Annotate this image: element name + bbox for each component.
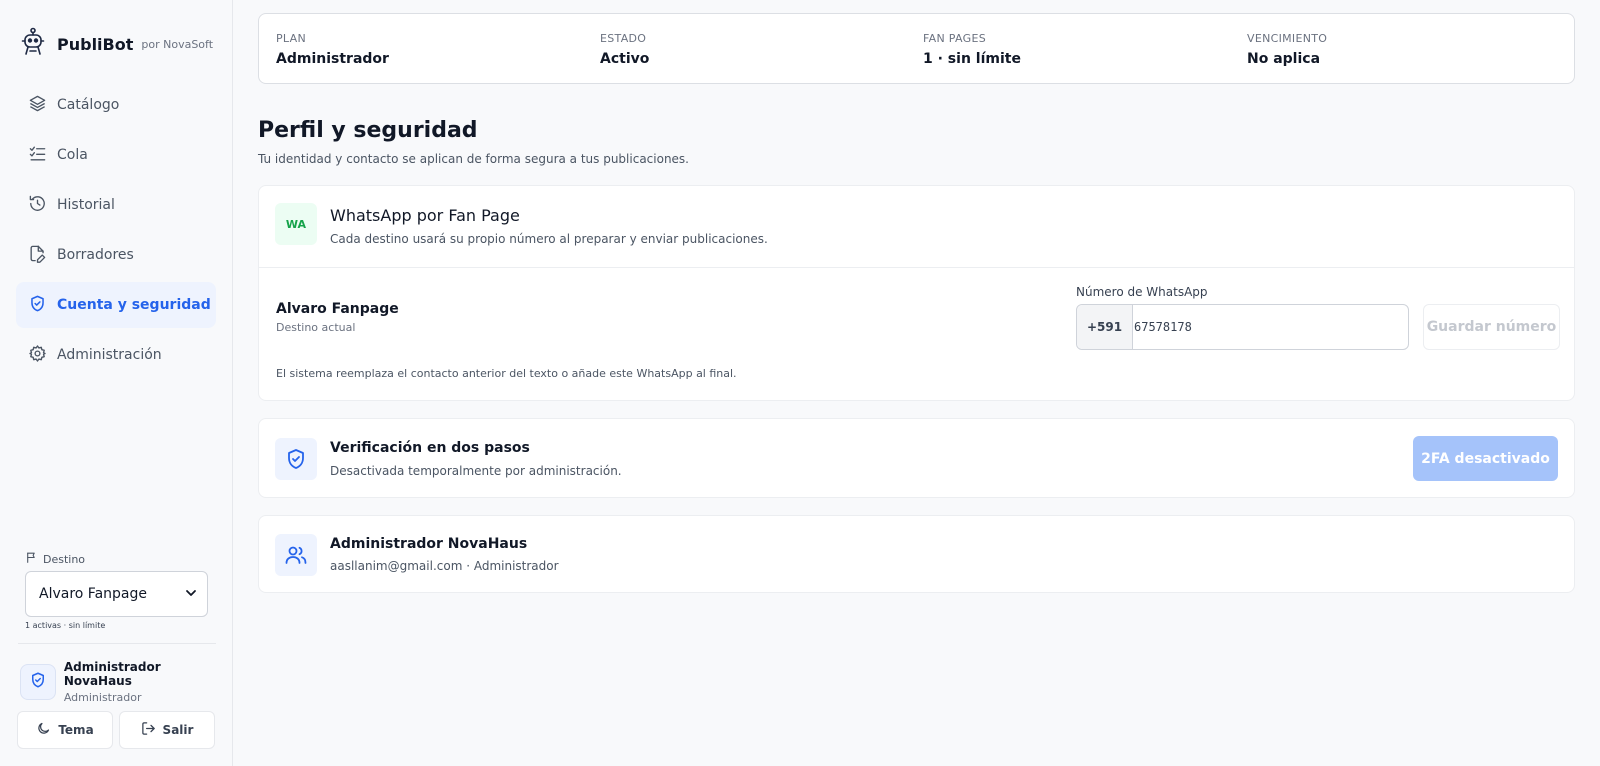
page-subtitle: Tu identidad y contacto se aplican de fo… [258, 152, 689, 166]
two-factor-subtitle: Desactivada temporalmente por administra… [330, 464, 622, 478]
vencimiento-cell: VENCIMIENTO No aplica [1247, 32, 1327, 67]
whatsapp-card: WA WhatsApp por Fan Page Cada destino us… [258, 185, 1575, 401]
account-name: Administrador NovaHaus [330, 536, 528, 552]
destino-selected-value: Alvaro Fanpage [39, 586, 147, 602]
divider [18, 643, 216, 644]
sidebar-item-borradores[interactable]: Borradores [16, 232, 216, 278]
brand-subtitle: por NovaSoft [141, 37, 214, 51]
logout-icon [141, 721, 163, 739]
sidebar-item-label: Borradores [57, 247, 134, 263]
fanpage-subtitle: Destino actual [276, 321, 356, 334]
whatsapp-badge-icon: WA [275, 203, 317, 245]
account-card: Administrador NovaHaus aasllanim@gmail.c… [258, 515, 1575, 593]
history-icon [28, 194, 47, 217]
sidebar-item-label: Administración [57, 347, 162, 363]
account-detail: aasllanim@gmail.com · Administrador [330, 559, 559, 573]
sidebar-nav: Catálogo Cola Historial Borradores Cuent… [16, 82, 216, 382]
whatsapp-number-field: +591 [1076, 304, 1409, 350]
two-factor-card: Verificación en dos pasos Desactivada te… [258, 418, 1575, 498]
plan-cell: PLAN Administrador [276, 32, 389, 67]
plan-key: PLAN [276, 32, 306, 45]
sidebar-item-label: Cola [57, 147, 88, 163]
list-check-icon [28, 144, 47, 167]
layers-icon [28, 94, 47, 117]
page-title: Perfil y seguridad [258, 118, 478, 143]
estado-key: ESTADO [600, 32, 647, 45]
whatsapp-number-label: Número de WhatsApp [1076, 285, 1208, 299]
sidebar-item-label: Catálogo [57, 97, 120, 113]
shield-check-icon [28, 294, 47, 317]
estado-value: Activo [600, 51, 650, 67]
whatsapp-number-input[interactable] [1133, 305, 1408, 349]
avatar [20, 664, 56, 700]
vencimiento-key: VENCIMIENTO [1247, 32, 1328, 45]
fanpage-name: Alvaro Fanpage [276, 301, 399, 317]
sidebar-item-cuenta-seguridad[interactable]: Cuenta y seguridad [16, 282, 216, 328]
sidebar-item-label: Cuenta y seguridad [57, 297, 211, 313]
fan-pages-value: 1 · sin límite [923, 51, 1021, 67]
destino-meta: 1 activas · sin límite [25, 621, 106, 630]
user-role: Administrador [63, 691, 142, 704]
whatsapp-subtitle: Cada destino usará su propio número al p… [330, 232, 768, 246]
brand-name: PubliBot [57, 34, 134, 54]
sidebar-user: Administrador NovaHaus Administrador [20, 660, 232, 704]
save-number-button[interactable]: Guardar número [1423, 304, 1560, 350]
shield-check-icon [29, 671, 47, 693]
country-code-prefix: +591 [1077, 305, 1133, 349]
whatsapp-note: El sistema reemplaza el contacto anterio… [276, 367, 737, 380]
logout-button[interactable]: Salir [119, 711, 215, 749]
moon-icon [36, 721, 58, 739]
chevron-down-icon [185, 587, 197, 599]
destino-select[interactable]: Alvaro Fanpage [25, 571, 208, 617]
flag-icon [25, 551, 43, 567]
divider [259, 267, 1574, 268]
estado-cell: ESTADO Activo [600, 32, 649, 67]
theme-button[interactable]: Tema [17, 711, 113, 749]
two-factor-title: Verificación en dos pasos [330, 440, 530, 456]
sidebar-item-catalogo[interactable]: Catálogo [16, 82, 216, 128]
whatsapp-title: WhatsApp por Fan Page [330, 206, 520, 225]
gear-icon [28, 344, 47, 367]
sidebar: PubliBot por NovaSoft Catálogo Cola Hist… [0, 0, 233, 766]
plan-value: Administrador [276, 51, 389, 67]
two-factor-toggle-button[interactable]: 2FA desactivado [1413, 436, 1558, 481]
sidebar-item-administracion[interactable]: Administración [16, 332, 216, 378]
user-name: Administrador NovaHaus [63, 660, 161, 688]
fan-pages-key: FAN PAGES [923, 32, 986, 45]
vencimiento-value: No aplica [1247, 51, 1321, 67]
sidebar-item-label: Historial [57, 197, 115, 213]
plan-summary-card: PLAN Administrador ESTADO Activo FAN PAG… [258, 13, 1575, 84]
sidebar-item-cola[interactable]: Cola [16, 132, 216, 178]
brand[interactable]: PubliBot por NovaSoft [20, 27, 213, 61]
sidebar-item-historial[interactable]: Historial [16, 182, 216, 228]
users-icon [275, 534, 317, 576]
file-edit-icon [28, 244, 47, 267]
shield-check-icon [275, 438, 317, 480]
robot-icon [20, 27, 46, 61]
destino-label: Destino [25, 551, 85, 567]
fan-pages-cell: FAN PAGES 1 · sin límite [923, 32, 1021, 67]
